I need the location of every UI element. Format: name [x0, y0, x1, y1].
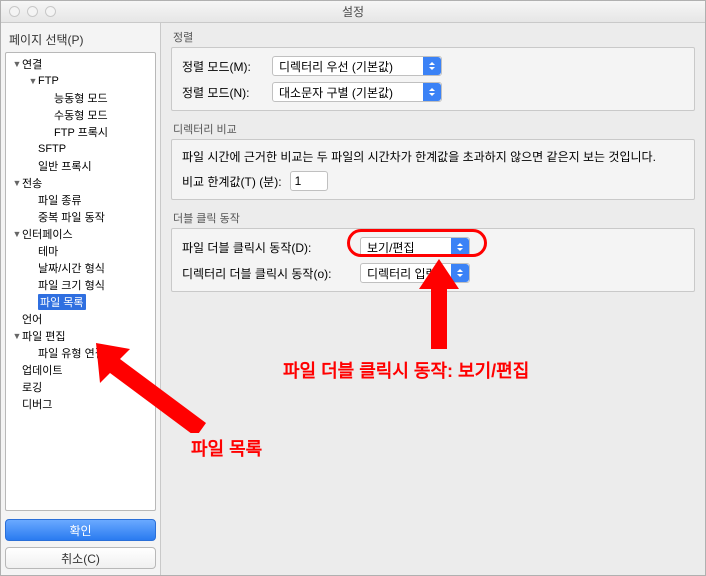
tree-item[interactable]: 일반 프록시: [6, 157, 155, 174]
tree-item-label: 인터페이스: [22, 226, 73, 242]
tree-item[interactable]: FTP 프록시: [6, 123, 155, 140]
dblclick-dir-select[interactable]: 디렉터리 입력: [360, 263, 470, 283]
sort-mode-m-value: 디렉터리 우선 (기본값): [279, 58, 393, 75]
sort-group-title: 정렬: [173, 29, 695, 45]
tree-item-label: 디버그: [22, 396, 52, 412]
tree-item-label: 테마: [38, 243, 58, 259]
compare-threshold-input[interactable]: [290, 171, 328, 191]
tree-item-label: 파일 목록: [38, 294, 86, 310]
dblclick-file-label: 파일 더블 클릭시 동작(D):: [182, 239, 352, 256]
disclosure-triangle-icon[interactable]: ▼: [12, 59, 22, 69]
tree-item[interactable]: ▼인터페이스: [6, 225, 155, 242]
tree-item-label: 업데이트: [22, 362, 62, 378]
page-select-label: 페이지 선택(P): [9, 31, 156, 48]
tree-item-label: 파일 편집: [22, 328, 66, 344]
tree-item[interactable]: 파일 크기 형식: [6, 276, 155, 293]
tree-item[interactable]: 파일 목록: [6, 293, 155, 310]
tree-item-label: 수동형 모드: [54, 107, 108, 123]
main-panel: 정렬 정렬 모드(M): 디렉터리 우선 (기본값) 정렬 모드(N): 대소문…: [161, 23, 705, 575]
compare-threshold-label: 비교 한계값(T) (분):: [182, 173, 282, 190]
tree-item-label: 연결: [22, 56, 42, 72]
cancel-button[interactable]: 취소(C): [5, 547, 156, 569]
chevron-updown-icon: [423, 83, 441, 101]
compare-group: 파일 시간에 근거한 비교는 두 파일의 시간차가 한계값을 초과하지 않으면 …: [171, 139, 695, 200]
dblclick-dir-label: 디렉터리 더블 클릭시 동작(o):: [182, 265, 352, 282]
tree-item[interactable]: 날짜/시간 형식: [6, 259, 155, 276]
tree-item[interactable]: 파일 유형 연결: [6, 344, 155, 361]
tree-item-label: SFTP: [38, 143, 66, 155]
page-tree[interactable]: ▼연결▼FTP능동형 모드수동형 모드FTP 프록시SFTP일반 프록시▼전송파…: [5, 52, 156, 511]
tree-item-label: 날짜/시간 형식: [38, 260, 105, 276]
tree-item[interactable]: ▼파일 편집: [6, 327, 155, 344]
tree-item-label: 언어: [22, 311, 42, 327]
tree-item[interactable]: 디버그: [6, 395, 155, 412]
dblclick-group-title: 더블 클릭 동작: [173, 210, 695, 226]
ok-button[interactable]: 확인: [5, 519, 156, 541]
tree-item[interactable]: 로깅: [6, 378, 155, 395]
sort-mode-n-label: 정렬 모드(N):: [182, 84, 264, 101]
tree-item[interactable]: 언어: [6, 310, 155, 327]
chevron-updown-icon: [423, 57, 441, 75]
dblclick-file-select[interactable]: 보기/편집: [360, 237, 470, 257]
tree-item[interactable]: 수동형 모드: [6, 106, 155, 123]
tree-item[interactable]: ▼전송: [6, 174, 155, 191]
tree-item-label: 일반 프록시: [38, 158, 92, 174]
compare-group-title: 디렉터리 비교: [173, 121, 695, 137]
dblclick-file-value: 보기/편집: [367, 239, 415, 256]
tree-item[interactable]: ▼연결: [6, 55, 155, 72]
tree-item[interactable]: SFTP: [6, 140, 155, 157]
sort-mode-n-select[interactable]: 대소문자 구별 (기본값): [272, 82, 442, 102]
tree-item[interactable]: 파일 종류: [6, 191, 155, 208]
window-title: 설정: [1, 3, 705, 20]
disclosure-triangle-icon[interactable]: ▼: [28, 76, 38, 86]
disclosure-triangle-icon[interactable]: ▼: [12, 229, 22, 239]
tree-item[interactable]: 테마: [6, 242, 155, 259]
sort-mode-m-label: 정렬 모드(M):: [182, 58, 264, 75]
tree-item[interactable]: ▼FTP: [6, 72, 155, 89]
chevron-updown-icon: [451, 238, 469, 256]
titlebar: 설정: [1, 1, 705, 23]
disclosure-triangle-icon[interactable]: ▼: [12, 331, 22, 341]
tree-item-label: FTP 프록시: [54, 124, 108, 140]
tree-item-label: 능동형 모드: [54, 90, 108, 106]
dblclick-group: 파일 더블 클릭시 동작(D): 보기/편집 디렉터리 더블 클릭시 동작(o)…: [171, 228, 695, 292]
tree-item-label: 파일 유형 연결: [38, 345, 105, 361]
tree-item-label: 파일 종류: [38, 192, 82, 208]
tree-item-label: 전송: [22, 175, 42, 191]
tree-item-label: FTP: [38, 75, 59, 87]
disclosure-triangle-icon[interactable]: ▼: [12, 178, 22, 188]
sidebar: 페이지 선택(P) ▼연결▼FTP능동형 모드수동형 모드FTP 프록시SFTP…: [1, 23, 161, 575]
tree-item-label: 파일 크기 형식: [38, 277, 105, 293]
chevron-updown-icon: [451, 264, 469, 282]
compare-desc: 파일 시간에 근거한 비교는 두 파일의 시간차가 한계값을 초과하지 않으면 …: [182, 148, 656, 165]
tree-item-label: 중복 파일 동작: [38, 209, 105, 225]
sort-mode-n-value: 대소문자 구별 (기본값): [279, 84, 393, 101]
sort-group: 정렬 모드(M): 디렉터리 우선 (기본값) 정렬 모드(N): 대소문자 구…: [171, 47, 695, 111]
tree-item[interactable]: 능동형 모드: [6, 89, 155, 106]
dblclick-dir-value: 디렉터리 입력: [367, 265, 437, 282]
tree-item[interactable]: 중복 파일 동작: [6, 208, 155, 225]
sort-mode-m-select[interactable]: 디렉터리 우선 (기본값): [272, 56, 442, 76]
tree-item[interactable]: 업데이트: [6, 361, 155, 378]
tree-item-label: 로깅: [22, 379, 42, 395]
